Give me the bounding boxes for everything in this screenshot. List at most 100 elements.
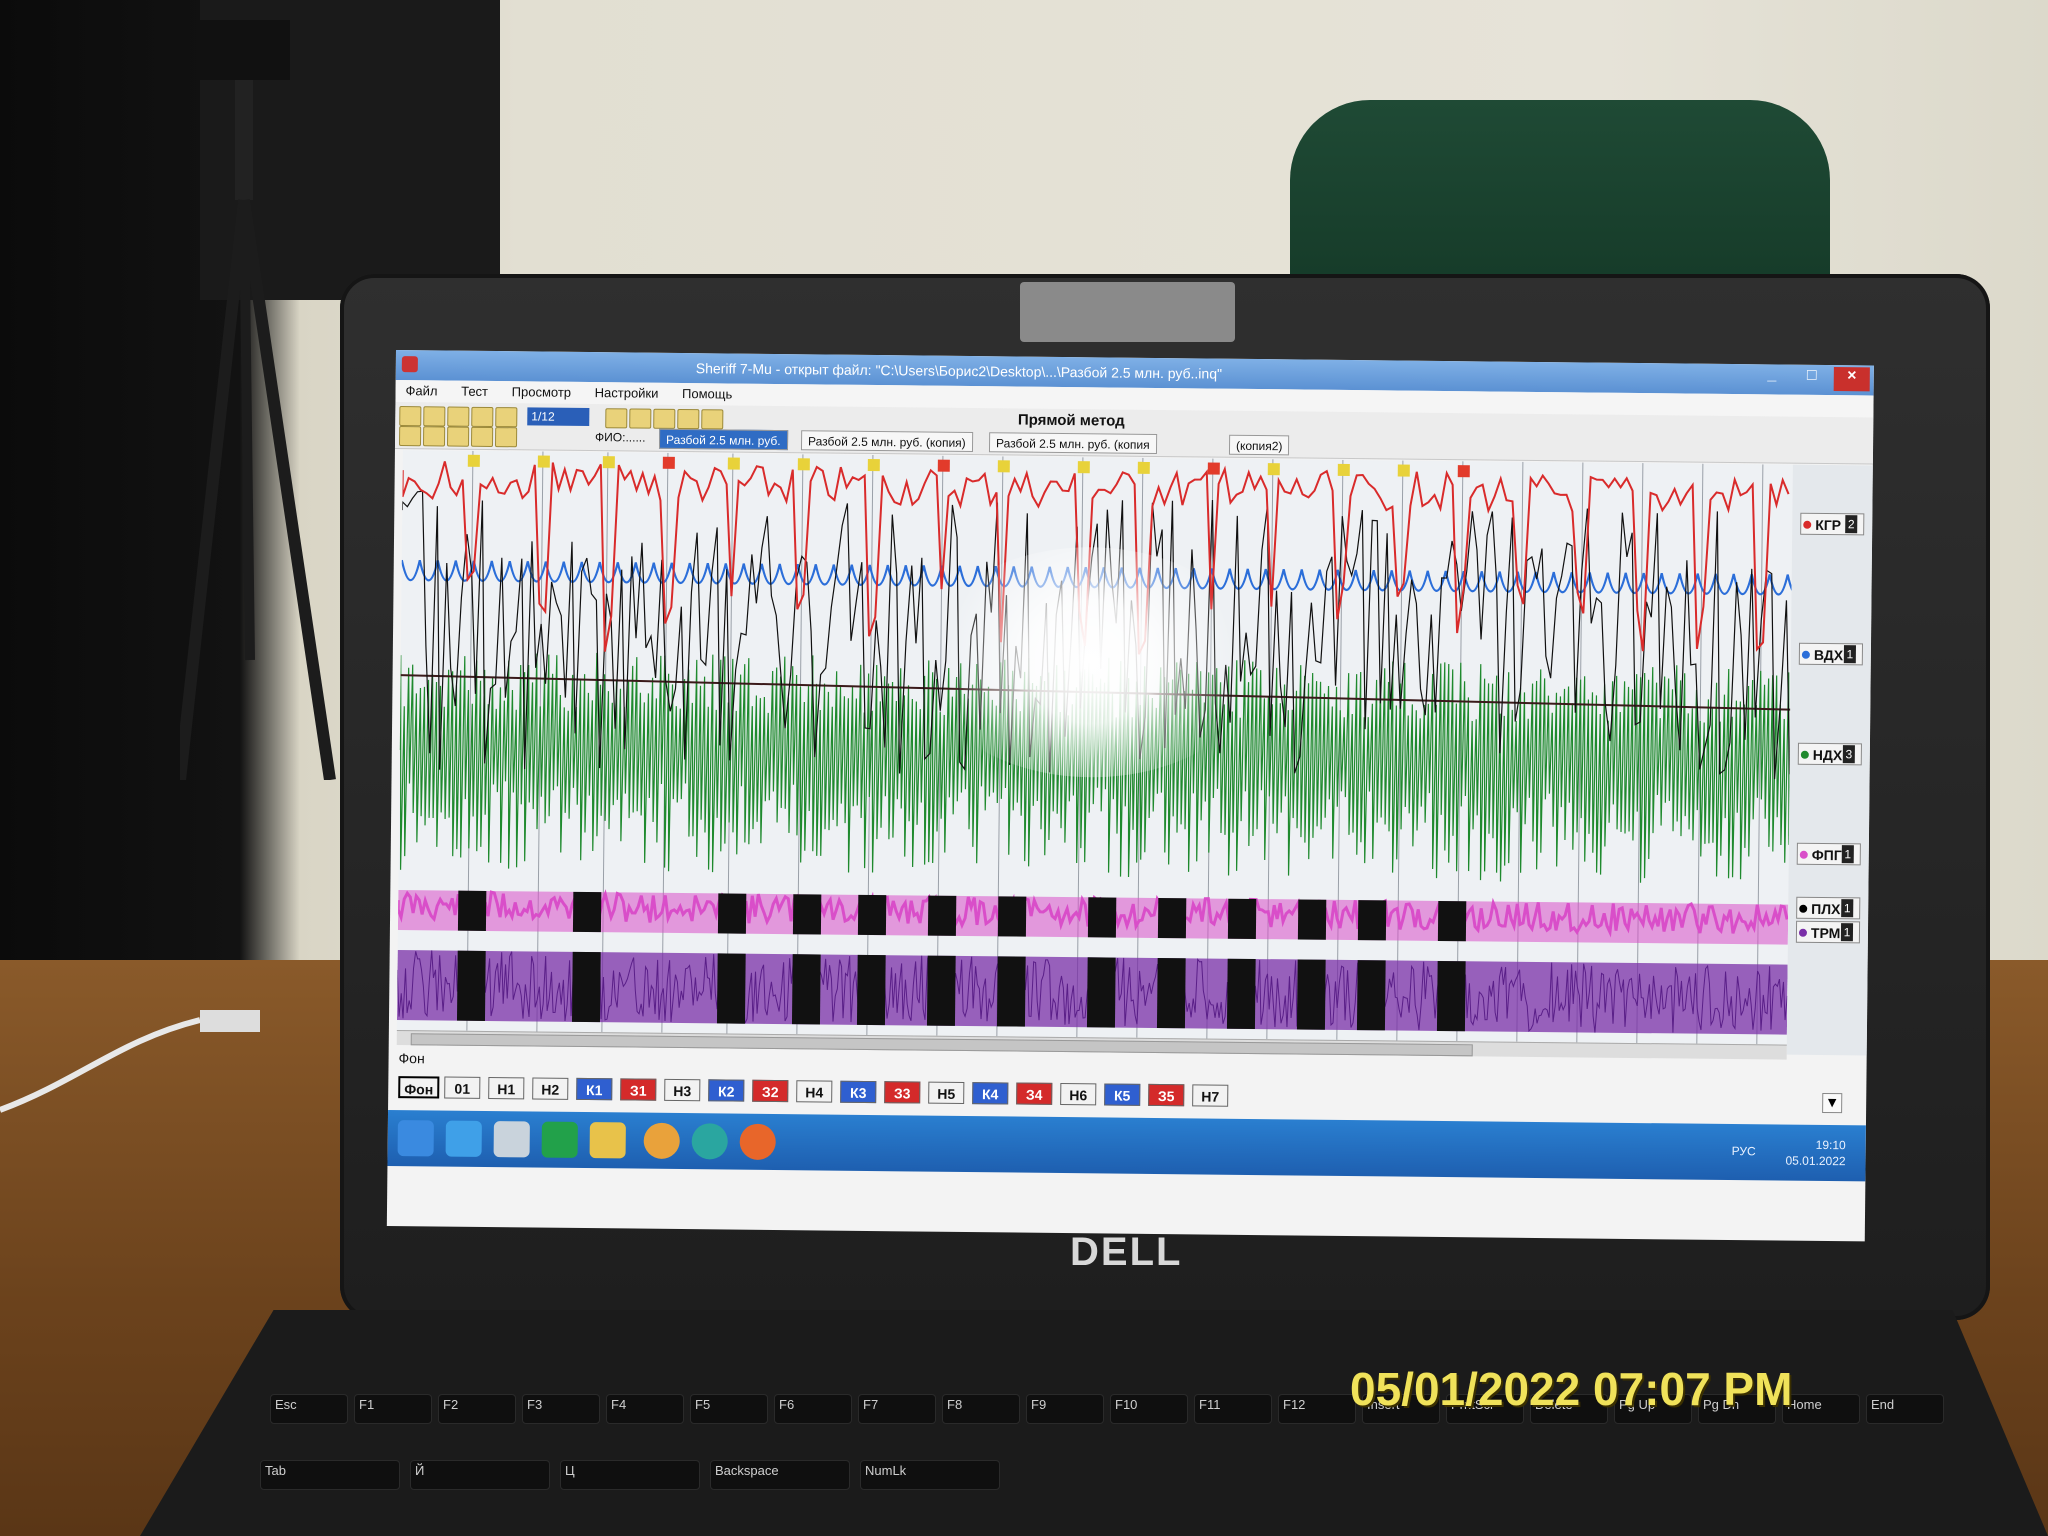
method-label: Прямой метод: [1017, 411, 1125, 430]
keyboard-key-4: F4: [606, 1394, 684, 1424]
menu-view[interactable]: Просмотр: [502, 381, 582, 403]
channel-trm-gain[interactable]: 1: [1840, 923, 1854, 942]
internet-explorer-icon[interactable]: [445, 1120, 482, 1157]
question-button-16[interactable]: К5: [1104, 1083, 1141, 1106]
question-button-11[interactable]: З3: [884, 1081, 921, 1104]
keyboard-key-22: Ц: [560, 1460, 700, 1490]
toolbar-edit-icon[interactable]: [629, 408, 652, 429]
keyboard-key-0: Esc: [270, 1394, 348, 1424]
toolbar-face-icon[interactable]: [470, 426, 494, 448]
question-button-4[interactable]: К1: [576, 1077, 613, 1101]
question-button-17[interactable]: З5: [1148, 1083, 1185, 1107]
tab-test-1[interactable]: Разбой 2.5 млн. руб.: [658, 428, 788, 451]
channel-kgr-gain[interactable]: 2: [1845, 515, 1858, 534]
polygram-plot[interactable]: [396, 450, 1793, 1045]
channel-ndx-gain[interactable]: 3: [1842, 745, 1855, 764]
store-icon[interactable]: [541, 1121, 578, 1158]
stimulus-flag: [867, 458, 880, 472]
keyboard-key-7: F7: [858, 1394, 936, 1424]
question-button-18[interactable]: Н7: [1192, 1084, 1229, 1107]
scale-select[interactable]: 1/12: [527, 407, 590, 427]
question-button-0[interactable]: Фон: [398, 1076, 440, 1099]
question-button-14[interactable]: З4: [1016, 1082, 1053, 1105]
toolbar-copy-icon[interactable]: [677, 408, 700, 430]
channel-fpg[interactable]: ФПГ 1: [1796, 842, 1861, 866]
channel-ndx-dot: [1800, 750, 1809, 759]
channel-vdx-gain[interactable]: 1: [1843, 645, 1856, 664]
question-button-13[interactable]: К4: [972, 1082, 1009, 1105]
toolbar-check-icon[interactable]: [605, 408, 628, 429]
sheriff-app-icon[interactable]: [493, 1121, 530, 1158]
plx-marker-block: [717, 893, 747, 934]
question-button-10[interactable]: К3: [840, 1080, 877, 1104]
channel-trm-dot: [1798, 928, 1808, 937]
menu-file[interactable]: Файл: [395, 380, 447, 402]
clock-time: 19:10: [1815, 1137, 1846, 1153]
question-button-6[interactable]: Н3: [664, 1078, 701, 1102]
channel-trm[interactable]: ТРМ 1: [1795, 920, 1861, 944]
toolbar-record-icon[interactable]: [447, 406, 470, 427]
stimulus-flag: [602, 456, 615, 469]
question-button-8[interactable]: З2: [752, 1079, 789, 1103]
toolbar-list-icon[interactable]: [495, 407, 518, 428]
plx-marker-block: [1357, 900, 1387, 941]
toolbar-grid-icon[interactable]: [422, 426, 446, 447]
toolbar-save-icon[interactable]: [423, 406, 446, 427]
clock-date: 05.01.2022: [1785, 1153, 1846, 1169]
channel-plx-gain[interactable]: 1: [1841, 899, 1854, 918]
toolbar-note-icon[interactable]: [653, 408, 676, 429]
menu-settings[interactable]: Настройки: [585, 382, 669, 404]
tab-test-4[interactable]: (копия2): [1228, 434, 1290, 456]
keyboard-key-10: F10: [1110, 1394, 1188, 1424]
maximize-button[interactable]: □: [1794, 367, 1830, 391]
toolbar-folder-icon[interactable]: [398, 426, 422, 447]
toolbar-print-icon[interactable]: [701, 409, 724, 430]
channel-vdx[interactable]: ВДХ 1: [1798, 642, 1864, 666]
menu-test[interactable]: Тест: [451, 381, 498, 402]
question-button-9[interactable]: Н4: [796, 1080, 833, 1103]
channel-fpg-gain[interactable]: 1: [1841, 845, 1854, 864]
keyboard-key-20: Tab: [260, 1460, 400, 1490]
chrome-icon[interactable]: [643, 1122, 680, 1160]
channel-kgr[interactable]: КГР 2: [1800, 512, 1865, 536]
toolbar-open-icon[interactable]: [399, 406, 422, 427]
system-clock[interactable]: 19:10 05.01.2022: [1785, 1137, 1845, 1170]
question-button-15[interactable]: Н6: [1060, 1082, 1097, 1106]
question-button-2[interactable]: Н1: [488, 1077, 525, 1100]
question-button-3[interactable]: Н2: [532, 1077, 569, 1100]
stimulus-flag: [1267, 463, 1280, 476]
channel-plx[interactable]: ПЛХ 1: [1796, 896, 1861, 920]
question-button-5[interactable]: З1: [620, 1078, 657, 1101]
plx-marker-block: [791, 954, 821, 1025]
toolbar-chart-icon[interactable]: [446, 426, 470, 447]
question-button-12[interactable]: Н5: [928, 1081, 965, 1104]
question-dropdown[interactable]: ▼: [1822, 1092, 1843, 1114]
file-explorer-icon[interactable]: [589, 1122, 626, 1159]
keyboard-key-2: F2: [438, 1394, 516, 1424]
start-icon[interactable]: [397, 1120, 434, 1157]
minimize-button[interactable]: _: [1754, 366, 1790, 390]
firefox-icon[interactable]: [739, 1123, 776, 1161]
plx-marker-block: [1157, 898, 1187, 939]
plx-marker-block: [997, 896, 1027, 937]
channel-ndx[interactable]: НДХ 3: [1797, 742, 1862, 766]
stimulus-flag: [997, 460, 1010, 473]
edge-icon[interactable]: [691, 1123, 728, 1160]
plx-marker-block: [857, 894, 887, 936]
question-button-1[interactable]: 01: [444, 1076, 481, 1099]
close-button[interactable]: ×: [1833, 367, 1870, 392]
channel-fpg-dot: [1799, 850, 1808, 859]
menu-help[interactable]: Помощь: [672, 383, 742, 405]
tab-test-2[interactable]: Разбой 2.5 млн. руб. (копия): [800, 430, 973, 453]
keyboard-key-12: F12: [1278, 1394, 1356, 1424]
tab-test-3[interactable]: Разбой 2.5 млн. руб. (копия: [988, 432, 1157, 454]
plx-marker-block: [927, 895, 957, 936]
stimulus-marker-line: [1516, 461, 1524, 1042]
question-button-7[interactable]: К2: [708, 1079, 745, 1102]
keyboard-key-23: Backspace: [710, 1460, 850, 1490]
language-indicator[interactable]: РУС: [1732, 1144, 1756, 1158]
keyboard-key-6: F6: [774, 1394, 852, 1424]
toolbar-tools-icon[interactable]: [471, 406, 494, 428]
toolbar-table-icon[interactable]: [494, 427, 518, 448]
channel-fpg-label: ФПГ: [1811, 846, 1842, 864]
